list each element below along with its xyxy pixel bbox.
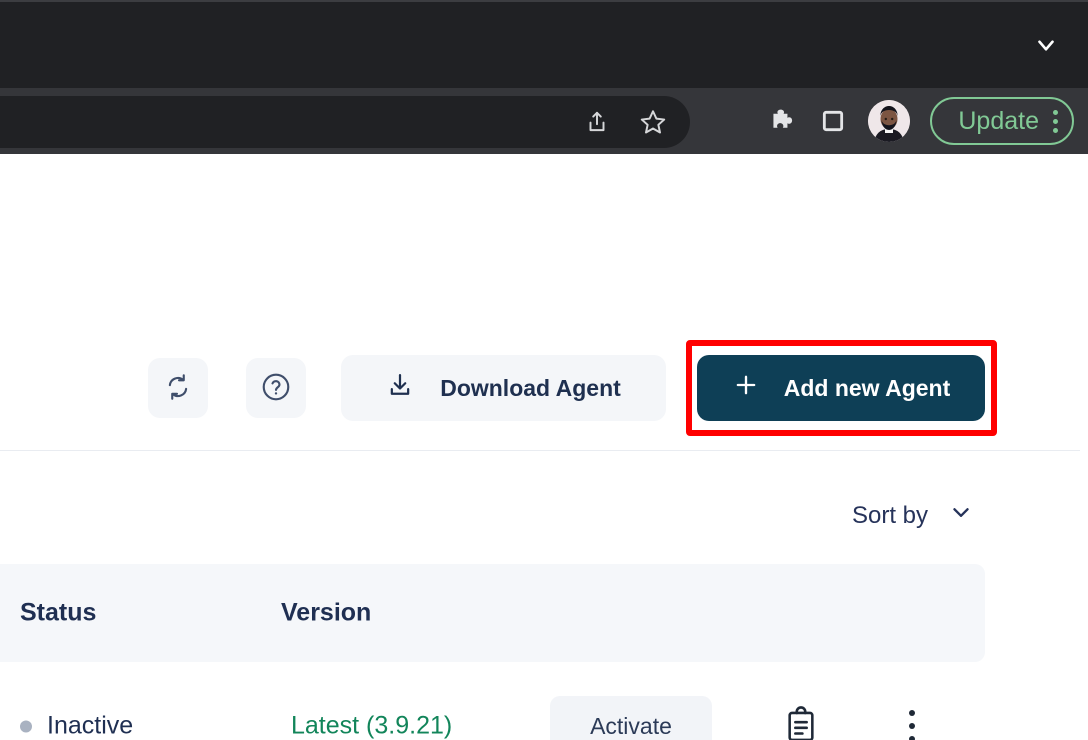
plus-icon (732, 371, 760, 405)
browser-chrome: Update (0, 0, 1088, 154)
status-label: Inactive (47, 711, 134, 740)
agents-page: Download Agent Add new Agent Sort by Sta… (0, 154, 1088, 740)
sort-by-control[interactable]: Sort by (852, 499, 974, 532)
table-header-row: Status Version (0, 564, 985, 662)
sort-by-label: Sort by (851, 501, 928, 529)
profile-avatar[interactable] (868, 100, 911, 142)
update-button-label: Update (958, 106, 1039, 135)
help-button[interactable] (246, 358, 306, 418)
star-icon[interactable] (638, 107, 668, 137)
browser-tabstrip (0, 0, 1088, 88)
address-bar-actions (582, 96, 668, 148)
section-divider (0, 450, 1080, 451)
question-circle-icon (260, 371, 292, 406)
row-more-menu-button[interactable] (898, 702, 926, 740)
copy-button[interactable] (780, 702, 822, 740)
page-action-bar (0, 154, 1088, 270)
table-row: Inactive Latest (3.9.21) (0, 662, 985, 740)
download-agent-button[interactable]: Download Agent (341, 355, 666, 421)
address-bar[interactable] (0, 96, 690, 148)
add-new-agent-label: Add new Agent (783, 374, 951, 401)
puzzle-piece-icon[interactable] (768, 106, 798, 136)
chevron-down-icon[interactable] (1032, 31, 1060, 59)
download-icon (386, 371, 414, 405)
clipboard-icon (784, 705, 818, 740)
browser-toolbar-right: Update (768, 88, 1074, 154)
side-panel-icon[interactable] (818, 106, 848, 136)
add-new-agent-button[interactable]: Add new Agent (697, 355, 985, 421)
update-button[interactable]: Update (930, 97, 1074, 145)
share-icon[interactable] (582, 107, 612, 137)
column-header-version: Version (281, 598, 372, 627)
status-badge (20, 720, 32, 732)
refresh-button[interactable] (148, 358, 208, 418)
kebab-menu-icon (909, 710, 915, 740)
kebab-menu-icon[interactable] (1053, 109, 1058, 133)
column-header-status: Status (20, 598, 97, 627)
chevron-down-icon[interactable] (948, 499, 974, 532)
cell-version: Latest (3.9.21) (291, 711, 453, 740)
activate-button[interactable]: Activate (550, 696, 712, 740)
cell-status: Inactive (20, 712, 133, 740)
refresh-icon (163, 372, 193, 405)
download-agent-label: Download Agent (440, 374, 621, 401)
browser-toolbar: Update (0, 88, 1088, 154)
